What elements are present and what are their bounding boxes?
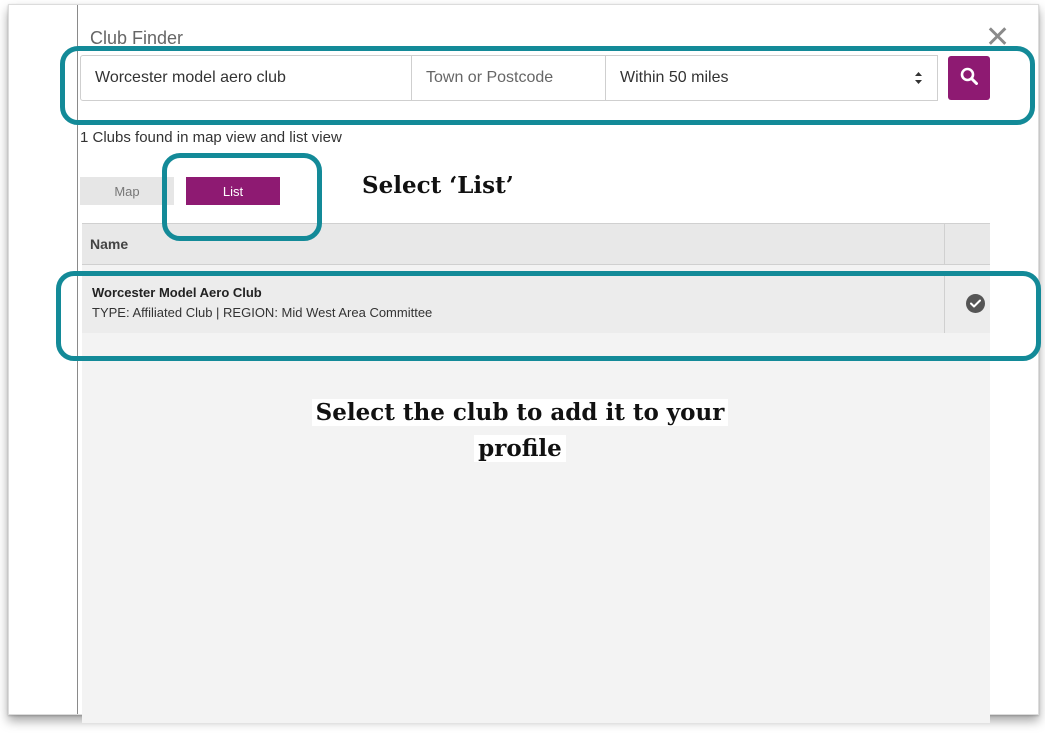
- highlight-club-row: [56, 271, 1041, 361]
- column-divider: [944, 224, 945, 264]
- results-count: 1 Clubs found in map view and list view: [80, 129, 342, 146]
- annotation-select-club: Select the club to add it to your profil…: [220, 395, 820, 467]
- annotation-select-club-line1: Select the club to add it to your: [311, 399, 729, 426]
- tab-map[interactable]: Map: [80, 177, 174, 205]
- column-header-name: Name: [90, 236, 129, 252]
- highlight-list-tab: [162, 153, 322, 241]
- highlight-search-bar: [60, 46, 1035, 125]
- annotation-select-list: Select ‘List’: [362, 172, 514, 199]
- annotation-select-club-line2: profile: [474, 435, 566, 462]
